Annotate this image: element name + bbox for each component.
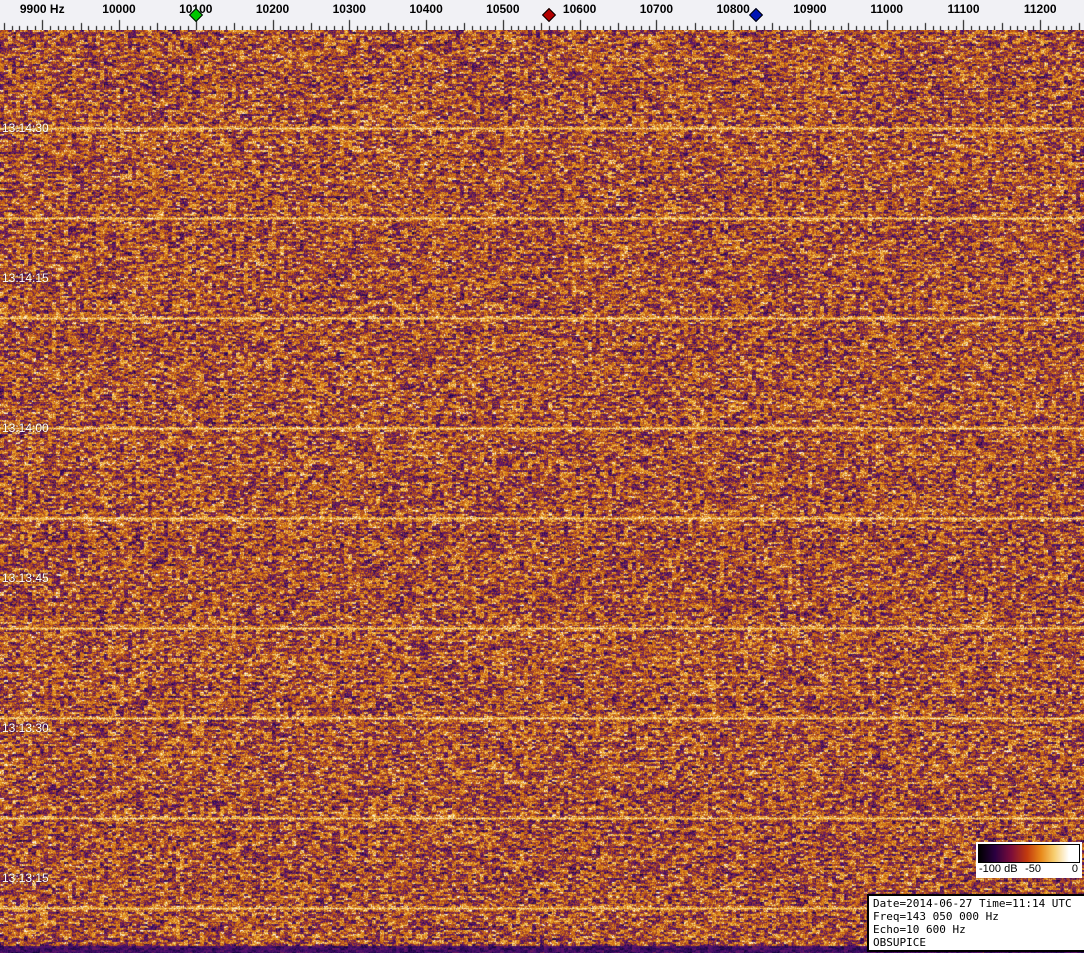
freq-tick-label: 9900 Hz: [20, 2, 65, 16]
info-date-line: Date=2014-06-27 Time=11:14 UTC: [873, 897, 1084, 910]
time-tick-label: 13:13:30: [2, 721, 49, 735]
waterfall-spectrogram[interactable]: [0, 30, 1084, 953]
time-tick-label: 13:13:45: [2, 571, 49, 585]
frequency-axis[interactable]: 9900 Hz100001010010200103001040010500106…: [0, 0, 1084, 30]
time-tick-label: 13:14:00: [2, 421, 49, 435]
info-box: Date=2014-06-27 Time=11:14 UTC Freq=143 …: [867, 894, 1084, 952]
color-scale-labels: -100 dB -50 0: [978, 863, 1080, 876]
info-echo-line: Echo=10 600 Hz: [873, 923, 1084, 936]
freq-tick-label: 10200: [256, 2, 289, 16]
scale-min-label: -100 dB: [979, 863, 1018, 875]
scale-mid-label: -50: [1025, 863, 1041, 875]
color-scale-gradient[interactable]: [978, 844, 1080, 863]
time-tick-label: 13:13:15: [2, 871, 49, 885]
amplitude-color-scale: -100 dB -50 0: [976, 842, 1082, 878]
spectrogram-window: 9900 Hz100001010010200103001040010500106…: [0, 0, 1084, 953]
freq-tick-label: 10300: [333, 2, 366, 16]
freq-tick-label: 10800: [716, 2, 749, 16]
freq-tick-label: 10500: [486, 2, 519, 16]
freq-tick-label: 11200: [1024, 2, 1057, 16]
info-station-line: OBSUPICE: [873, 936, 1084, 949]
freq-tick-label: 10700: [640, 2, 673, 16]
scale-max-label: 0: [1072, 863, 1078, 875]
freq-tick-label: 11000: [870, 2, 903, 16]
time-tick-label: 13:14:30: [2, 121, 49, 135]
time-tick-label: 13:14:15: [2, 271, 49, 285]
freq-tick-label: 11100: [947, 2, 979, 16]
info-freq-line: Freq=143 050 000 Hz: [873, 910, 1084, 923]
freq-tick-label: 10000: [102, 2, 135, 16]
freq-tick-label: 10600: [563, 2, 596, 16]
freq-tick-label: 10400: [409, 2, 442, 16]
freq-tick-label: 10900: [793, 2, 826, 16]
